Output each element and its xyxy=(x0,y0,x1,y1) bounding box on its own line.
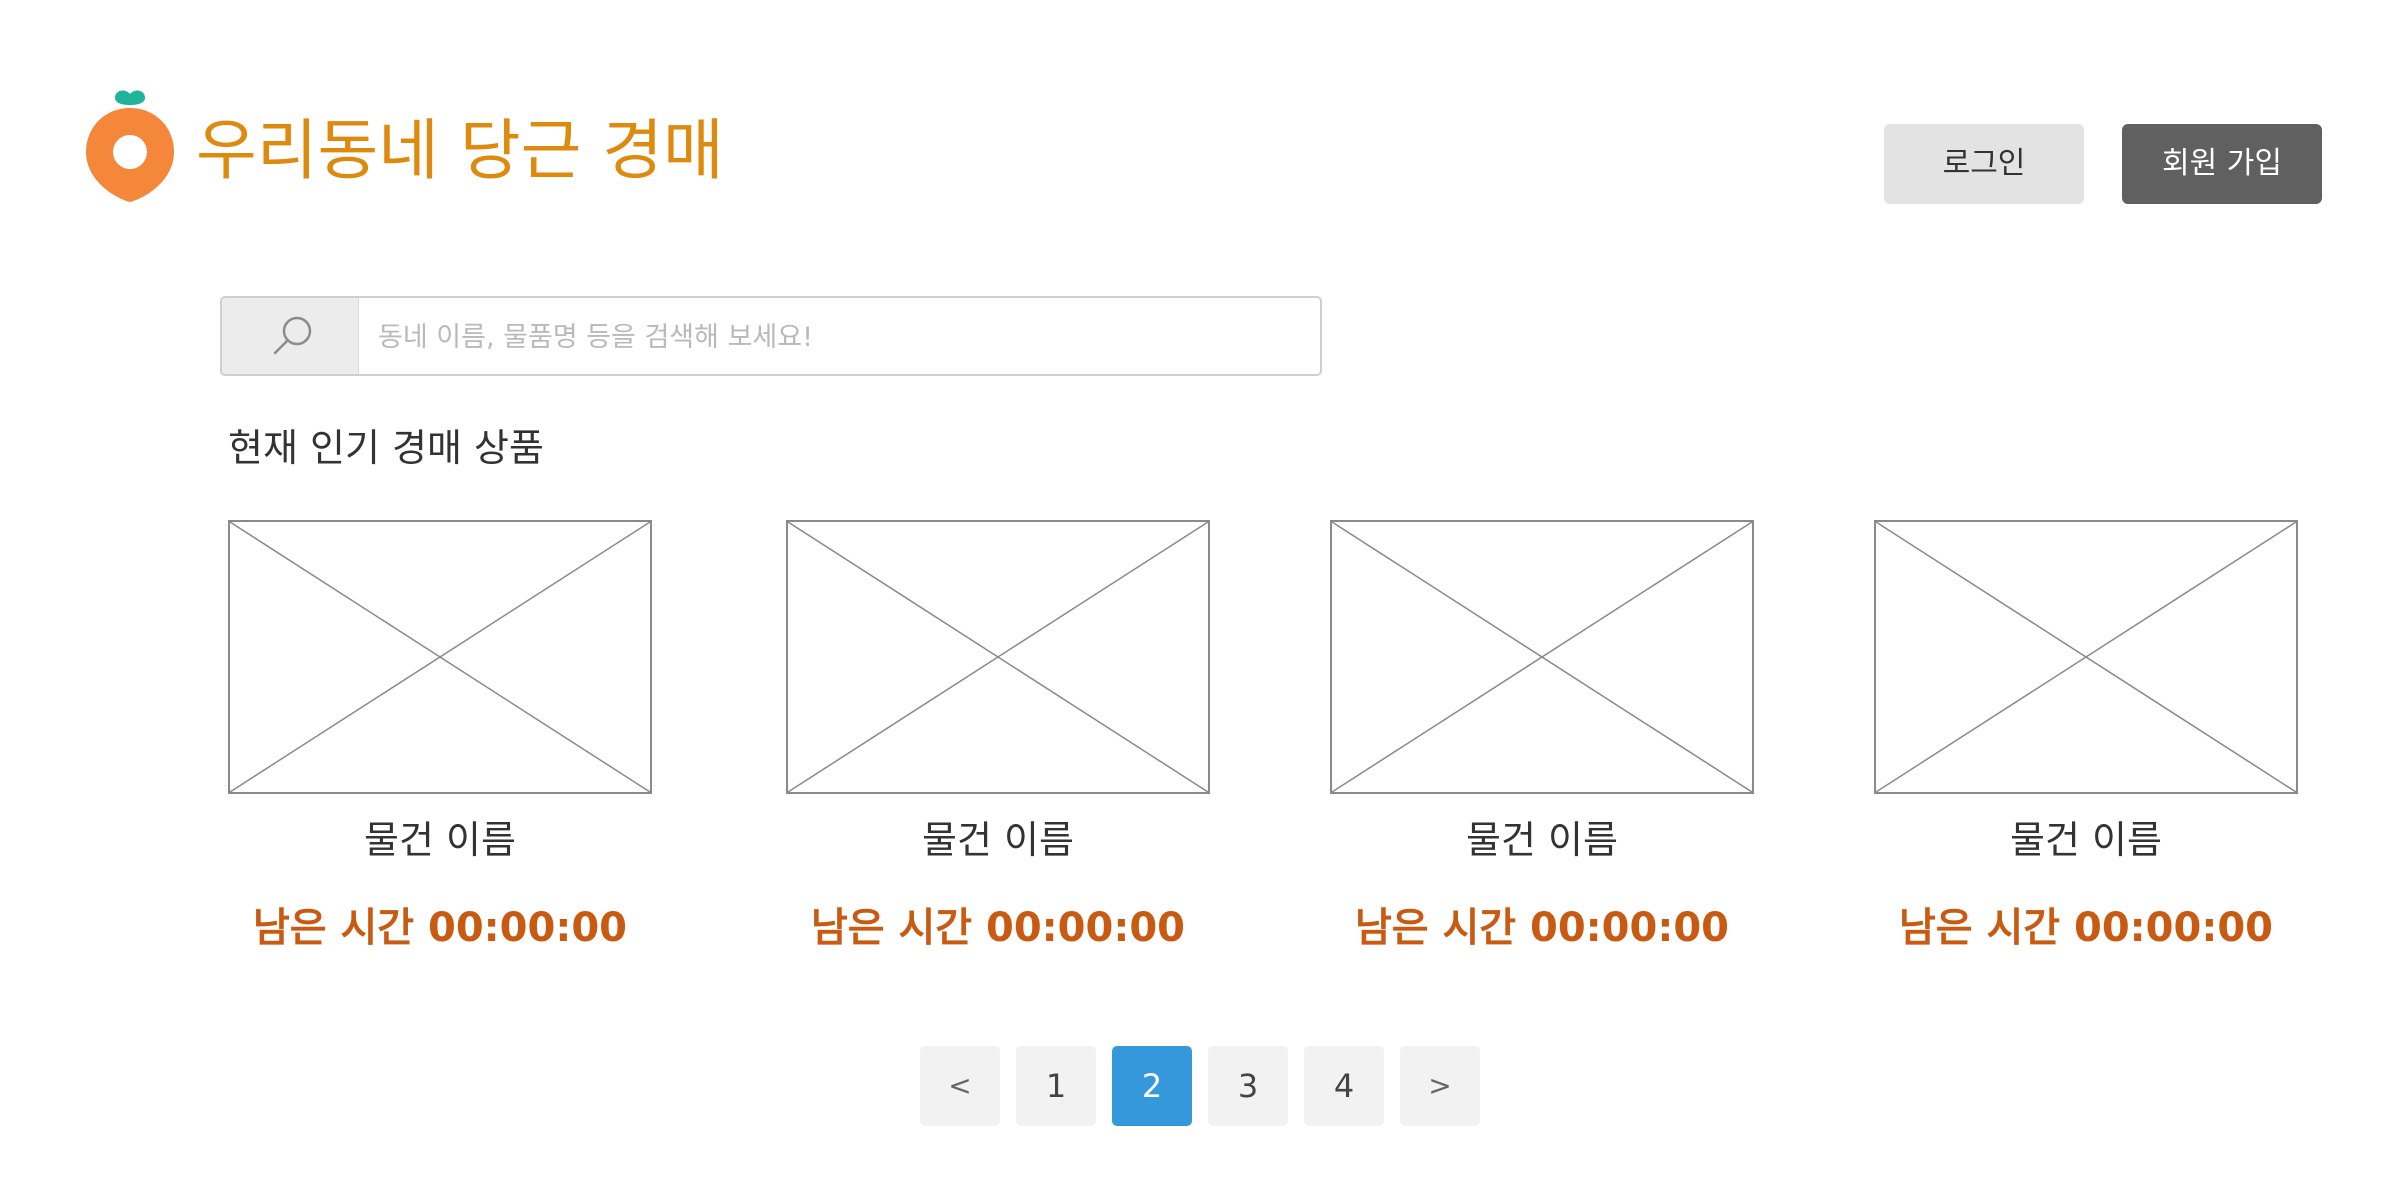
product-image[interactable] xyxy=(1874,520,2298,794)
image-placeholder-icon xyxy=(1332,522,1752,792)
page-button-2[interactable]: 2 xyxy=(1112,1046,1192,1126)
product-card[interactable]: 물건 이름 남은 시간 00:00:00 xyxy=(786,520,1210,960)
header: 우리동네 당근 경매 로그인 회원 가입 xyxy=(0,0,2400,220)
product-name[interactable]: 물건 이름 xyxy=(1330,812,1754,868)
product-image[interactable] xyxy=(786,520,1210,794)
remaining-time: 남은 시간 00:00:00 xyxy=(1354,905,1730,951)
page-button-3[interactable]: 3 xyxy=(1208,1046,1288,1126)
carrot-logo-icon[interactable] xyxy=(84,86,176,206)
image-placeholder-icon xyxy=(1876,522,2296,792)
next-page-button[interactable]: > xyxy=(1400,1046,1480,1126)
product-card[interactable]: 물건 이름 남은 시간 00:00:00 xyxy=(228,520,652,960)
remaining-time: 남은 시간 00:00:00 xyxy=(252,905,628,951)
signup-button[interactable]: 회원 가입 xyxy=(2122,124,2322,204)
product-image[interactable] xyxy=(1330,520,1754,794)
product-name[interactable]: 물건 이름 xyxy=(786,812,1210,868)
search-button[interactable] xyxy=(222,298,359,374)
login-button[interactable]: 로그인 xyxy=(1884,124,2084,204)
remaining-time: 남은 시간 00:00:00 xyxy=(810,905,1186,951)
product-card[interactable]: 물건 이름 남은 시간 00:00:00 xyxy=(1874,520,2298,960)
remaining-time: 남은 시간 00:00:00 xyxy=(1898,905,2274,951)
prev-page-button[interactable]: < xyxy=(920,1046,1000,1126)
product-name[interactable]: 물건 이름 xyxy=(228,812,652,868)
page-button-4[interactable]: 4 xyxy=(1304,1046,1384,1126)
product-image[interactable] xyxy=(228,520,652,794)
search-input[interactable] xyxy=(376,298,1310,374)
site-title[interactable]: 우리동네 당근 경매 xyxy=(196,106,724,196)
section-title: 현재 인기 경매 상품 xyxy=(228,426,544,470)
pagination: < 1 2 3 4 > xyxy=(920,1046,1480,1126)
product-name[interactable]: 물건 이름 xyxy=(1874,812,2298,868)
image-placeholder-icon xyxy=(230,522,650,792)
page-button-1[interactable]: 1 xyxy=(1016,1046,1096,1126)
product-card[interactable]: 물건 이름 남은 시간 00:00:00 xyxy=(1330,520,1754,960)
search-icon xyxy=(273,316,312,355)
search-bar xyxy=(220,296,1322,376)
image-placeholder-icon xyxy=(788,522,1208,792)
